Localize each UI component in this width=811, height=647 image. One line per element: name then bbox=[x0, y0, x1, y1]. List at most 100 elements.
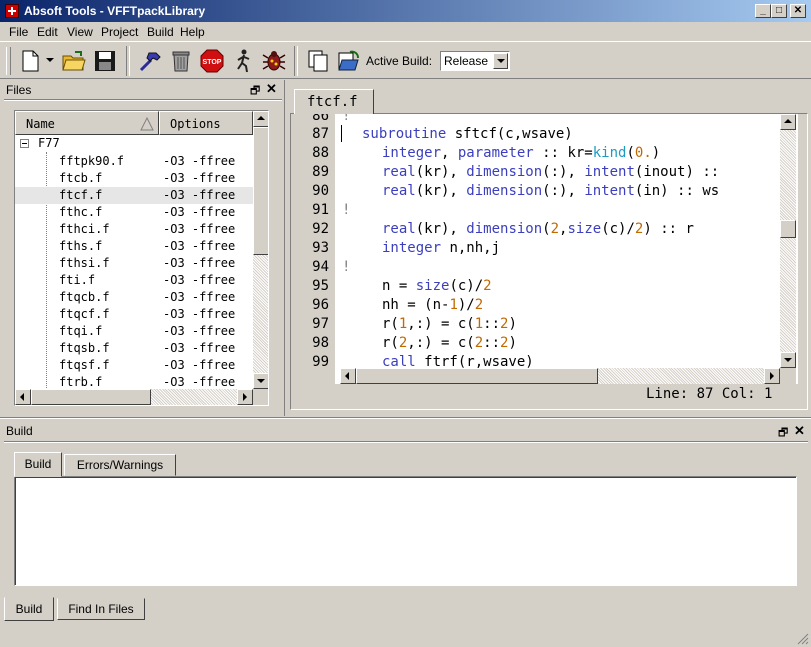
toolbar-separator bbox=[126, 46, 130, 76]
bottom-tab-build[interactable]: Build bbox=[4, 597, 54, 621]
menu-edit[interactable]: Edit bbox=[37, 25, 58, 39]
files-panel-divider bbox=[4, 99, 282, 101]
scroll-right-icon[interactable] bbox=[237, 389, 253, 405]
file-options: -O3 -ffree bbox=[163, 290, 236, 304]
menu-help[interactable]: Help bbox=[180, 25, 205, 39]
code-line: n = size(c)/2 bbox=[382, 278, 492, 294]
build-output[interactable] bbox=[14, 476, 797, 586]
scroll-thumb[interactable] bbox=[780, 220, 796, 238]
tree-file-row[interactable]: fthsi.f -O3 -ffree bbox=[15, 255, 253, 272]
folder-refresh-icon bbox=[338, 50, 359, 71]
code-line: r(1,:) = c(1::2) bbox=[382, 316, 517, 332]
code-editor[interactable]: 86 87 88 89 90 91 92 93 94 95 96 97 98 9… bbox=[293, 114, 798, 384]
scroll-down-icon[interactable] bbox=[253, 373, 268, 389]
save-button[interactable] bbox=[92, 48, 118, 74]
copy-pages-icon bbox=[308, 50, 328, 72]
app-icon[interactable] bbox=[5, 4, 19, 18]
tree-file-row[interactable]: ftqcf.f -O3 -ffree bbox=[15, 306, 253, 323]
column-header-name[interactable]: Name bbox=[15, 111, 159, 135]
line-number: 93 bbox=[312, 240, 329, 256]
tab-errors-warnings[interactable]: Errors/Warnings bbox=[64, 454, 176, 476]
minimize-button[interactable]: _ bbox=[755, 4, 771, 18]
file-options: -O3 -ffree bbox=[163, 205, 236, 219]
build-button[interactable] bbox=[137, 48, 163, 74]
build-panel-title: Build bbox=[6, 424, 33, 438]
clean-button[interactable] bbox=[168, 48, 194, 74]
tree-file-row[interactable]: ftqsb.f -O3 -ffree bbox=[15, 340, 253, 357]
maximize-button[interactable]: □ bbox=[771, 4, 787, 18]
menu-view[interactable]: View bbox=[67, 25, 93, 39]
files-horizontal-scrollbar[interactable] bbox=[15, 389, 253, 405]
scroll-thumb[interactable] bbox=[356, 368, 598, 384]
tree-file-row[interactable]: ftqsf.f -O3 -ffree bbox=[15, 357, 253, 374]
scroll-up-icon[interactable] bbox=[780, 114, 796, 130]
file-name: fthsi.f bbox=[59, 256, 110, 270]
file-options: -O3 -ffree bbox=[163, 171, 236, 185]
stop-icon: STOP bbox=[200, 49, 224, 73]
tab-build[interactable]: Build bbox=[14, 452, 62, 477]
files-vertical-scrollbar[interactable] bbox=[253, 111, 268, 389]
tree-file-row[interactable]: fti.f -O3 -ffree bbox=[15, 272, 253, 289]
stop-button[interactable]: STOP bbox=[199, 48, 225, 74]
menu-bar: File Edit View Project Build Help bbox=[0, 22, 811, 41]
file-options: -O3 -ffree bbox=[163, 256, 236, 270]
scroll-down-icon[interactable] bbox=[780, 352, 796, 368]
close-icon[interactable]: ✕ bbox=[266, 81, 277, 97]
open-folder-button[interactable] bbox=[61, 48, 87, 74]
close-icon[interactable]: ✕ bbox=[794, 423, 805, 439]
file-options: -O3 -ffree bbox=[163, 222, 236, 236]
scroll-thumb[interactable] bbox=[253, 127, 268, 255]
active-build-select[interactable]: Release bbox=[440, 51, 510, 71]
file-options: -O3 -ffree bbox=[163, 188, 236, 202]
line-number: 97 bbox=[312, 316, 329, 332]
run-button[interactable] bbox=[230, 48, 256, 74]
files-tree[interactable]: Name Options F77 fftpk90.f -O3 -ffree ftc… bbox=[14, 110, 269, 406]
line-number: 95 bbox=[312, 278, 329, 294]
new-file-dropdown-icon[interactable] bbox=[46, 58, 54, 62]
line-number: 96 bbox=[312, 297, 329, 313]
tree-file-row-selected[interactable]: ftcf.f -O3 -ffree bbox=[15, 187, 253, 204]
tree-file-row[interactable]: ftcb.f -O3 -ffree bbox=[15, 170, 253, 187]
refresh-folder-button[interactable] bbox=[336, 48, 362, 74]
tree-file-row[interactable]: fthc.f -O3 -ffree bbox=[15, 204, 253, 221]
scroll-left-icon[interactable] bbox=[15, 389, 31, 405]
copy-button[interactable] bbox=[306, 48, 332, 74]
bottom-tab-find-in-files[interactable]: Find In Files bbox=[57, 598, 145, 620]
scroll-up-icon[interactable] bbox=[253, 111, 268, 127]
tree-file-row[interactable]: fthci.f -O3 -ffree bbox=[15, 221, 253, 238]
tree-file-row[interactable]: fftpk90.f -O3 -ffree bbox=[15, 153, 253, 170]
editor-horizontal-scrollbar[interactable] bbox=[340, 368, 780, 384]
toolbar-grip[interactable] bbox=[6, 47, 11, 75]
line-number: 99 bbox=[312, 354, 329, 370]
menu-file[interactable]: File bbox=[9, 25, 28, 39]
file-name: ftcf.f bbox=[59, 188, 103, 202]
close-button[interactable]: ✕ bbox=[790, 4, 806, 18]
scroll-thumb[interactable] bbox=[31, 389, 151, 405]
collapse-icon[interactable] bbox=[20, 139, 29, 148]
column-options-label: Options bbox=[170, 117, 221, 131]
tree-file-row[interactable]: ftqi.f -O3 -ffree bbox=[15, 323, 253, 340]
editor-vertical-scrollbar[interactable] bbox=[780, 114, 796, 368]
tree-root-f77[interactable]: F77 bbox=[38, 136, 60, 150]
open-folder-icon bbox=[62, 51, 86, 71]
scroll-right-icon[interactable] bbox=[764, 368, 780, 384]
tree-file-row[interactable]: ftqcb.f -O3 -ffree bbox=[15, 289, 253, 306]
file-name: ftcb.f bbox=[59, 171, 103, 185]
chevron-down-icon[interactable] bbox=[493, 53, 508, 69]
column-header-options[interactable]: Options bbox=[159, 111, 253, 135]
panel-splitter[interactable] bbox=[0, 417, 811, 419]
menu-project[interactable]: Project bbox=[101, 25, 138, 39]
file-name: fti.f bbox=[59, 273, 96, 287]
stop-text: STOP bbox=[203, 59, 222, 66]
file-options: -O3 -ffree bbox=[163, 273, 236, 287]
new-file-button[interactable] bbox=[18, 48, 44, 74]
resize-grip-icon[interactable] bbox=[795, 631, 809, 645]
scroll-left-icon[interactable] bbox=[340, 368, 356, 384]
tree-file-row[interactable]: fths.f -O3 -ffree bbox=[15, 238, 253, 255]
editor-tab-ftcf[interactable]: ftcf.f bbox=[294, 89, 374, 115]
line-number: 87 bbox=[312, 126, 329, 142]
menu-build[interactable]: Build bbox=[147, 25, 174, 39]
hammer-icon bbox=[139, 52, 161, 72]
debug-button[interactable] bbox=[261, 48, 287, 74]
file-options: -O3 -ffree bbox=[163, 307, 236, 321]
